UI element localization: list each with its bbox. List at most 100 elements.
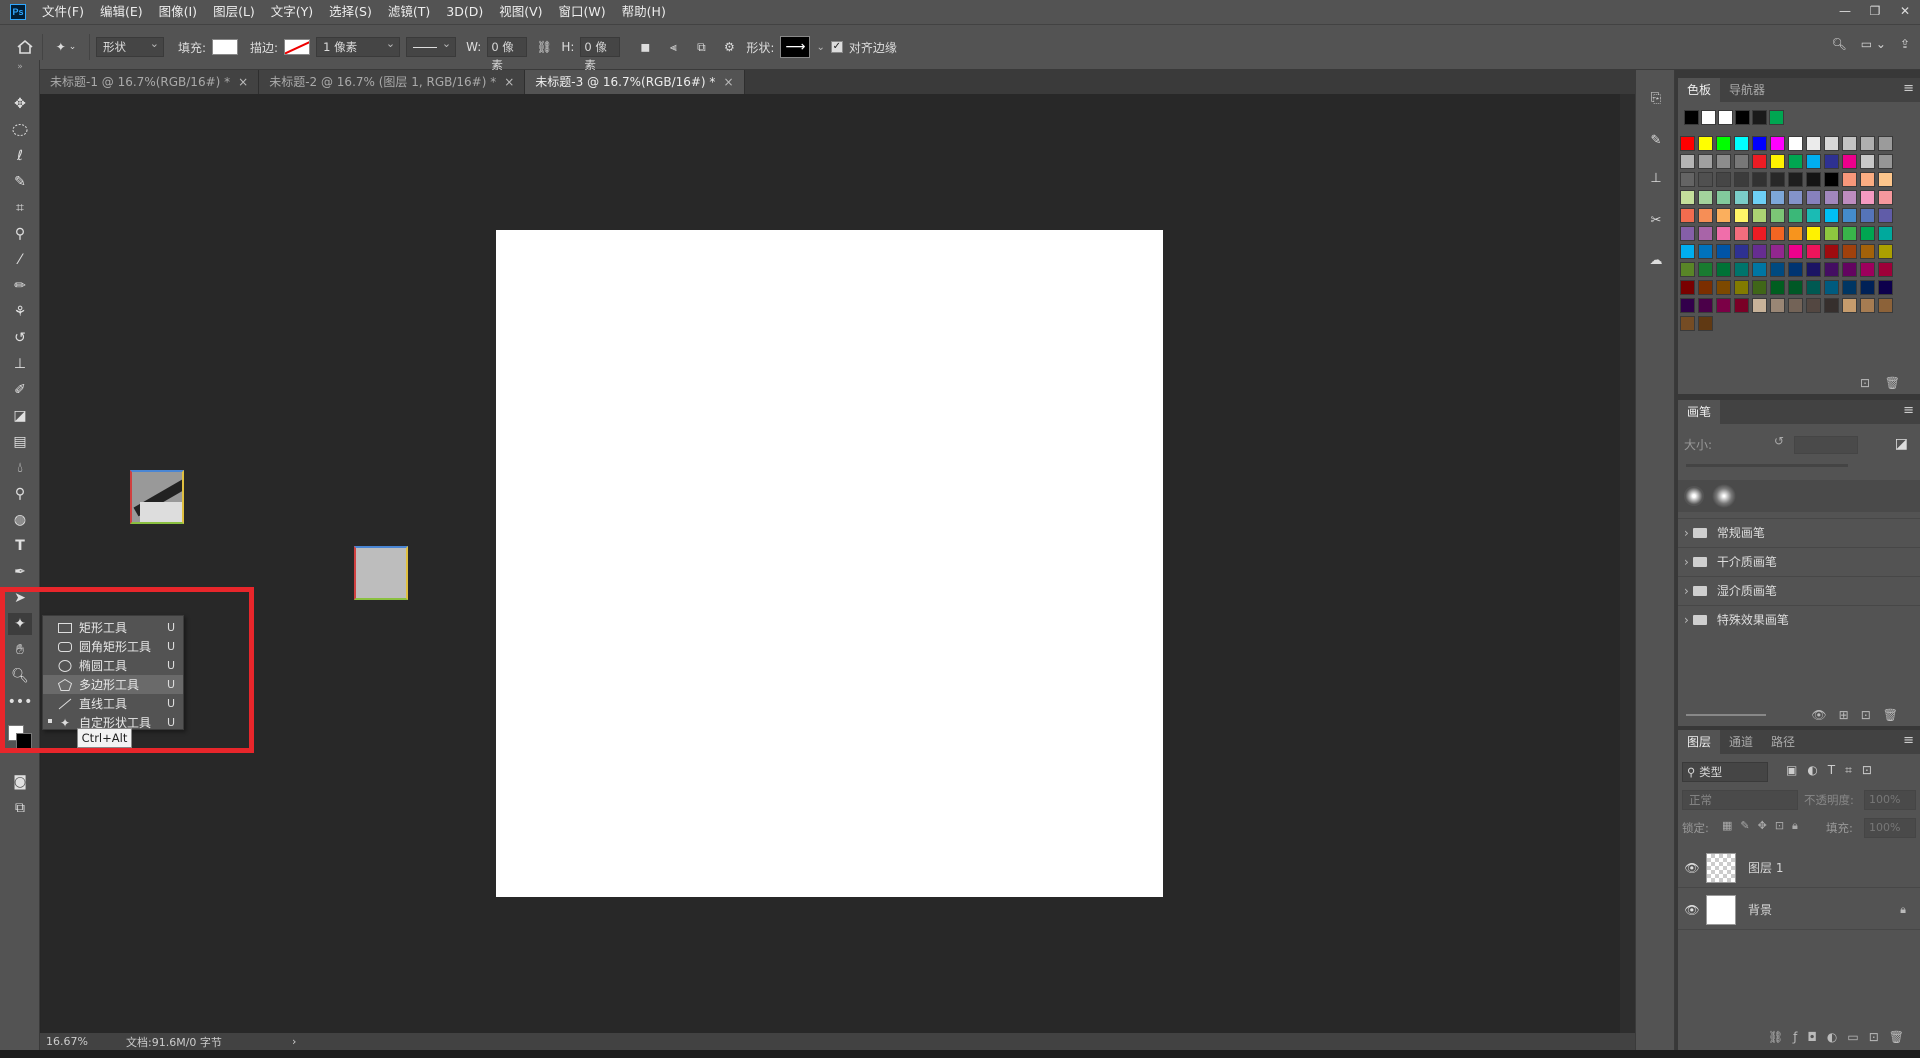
art-history-brush-icon[interactable]: ✐ xyxy=(8,379,32,401)
tab-document-3[interactable]: 未标题-3 @ 16.7%(RGB/16#) * × xyxy=(525,70,745,94)
brush-folder-special-effects[interactable]: › 特殊效果画笔 xyxy=(1678,605,1920,633)
stamp-tool-icon[interactable]: ⊥ xyxy=(8,353,32,375)
crop-tool-icon[interactable]: ⌗ xyxy=(8,197,32,219)
sponge-tool-icon[interactable]: ◍ xyxy=(8,509,32,531)
color-swatch[interactable] xyxy=(1806,244,1821,259)
color-swatch[interactable] xyxy=(1878,298,1893,313)
recent-swatch[interactable] xyxy=(1769,110,1784,125)
color-swatch[interactable] xyxy=(1878,262,1893,277)
color-swatch[interactable] xyxy=(1860,262,1875,277)
collapse-arrows-icon[interactable]: » xyxy=(8,62,32,72)
panel-menu-icon[interactable]: ≡ xyxy=(1903,81,1914,96)
color-swatch[interactable] xyxy=(1698,244,1713,259)
color-swatch[interactable] xyxy=(1716,280,1731,295)
color-swatch[interactable] xyxy=(1860,154,1875,169)
color-swatch[interactable] xyxy=(1824,298,1839,313)
menu-type[interactable]: 文字(Y) xyxy=(263,0,321,24)
brush-size-slider[interactable] xyxy=(1686,464,1848,467)
menu-view[interactable]: 视图(V) xyxy=(491,0,550,24)
color-swatch[interactable] xyxy=(1698,154,1713,169)
color-swatch[interactable] xyxy=(1842,154,1857,169)
color-swatch[interactable] xyxy=(1878,280,1893,295)
height-input[interactable]: 0 像素 xyxy=(580,37,621,72)
color-swatch[interactable] xyxy=(1824,280,1839,295)
new-brush-icon[interactable]: ◪ xyxy=(1895,436,1908,452)
color-swatch[interactable] xyxy=(1716,262,1731,277)
color-swatch[interactable] xyxy=(1734,208,1749,223)
opacity-input[interactable]: 100% xyxy=(1864,790,1916,810)
color-swatch[interactable] xyxy=(1698,190,1713,205)
color-swatch[interactable] xyxy=(1788,280,1803,295)
tab-document-1[interactable]: 未标题-1 @ 16.7%(RGB/16#) * × xyxy=(40,70,260,94)
brush-folder-wet-media[interactable]: › 湿介质画笔 xyxy=(1678,576,1920,604)
color-swatch[interactable] xyxy=(1878,154,1893,169)
color-swatch[interactable] xyxy=(1734,190,1749,205)
zoom-level[interactable]: 16.67% xyxy=(40,1035,100,1048)
chevron-down-icon[interactable]: ⌄ xyxy=(816,42,824,53)
color-swatch[interactable] xyxy=(1698,262,1713,277)
document-canvas[interactable] xyxy=(496,230,1163,897)
color-swatch[interactable] xyxy=(1878,190,1893,205)
fill-opacity-input[interactable]: 100% xyxy=(1864,818,1916,838)
gradient-tool-icon[interactable]: ▤ xyxy=(8,431,32,453)
menu-select[interactable]: 选择(S) xyxy=(321,0,380,24)
vertical-scrollbar[interactable] xyxy=(1620,94,1635,1033)
color-swatch[interactable] xyxy=(1752,208,1767,223)
color-swatch[interactable] xyxy=(1698,136,1713,151)
color-swatch[interactable] xyxy=(1770,226,1785,241)
color-swatch[interactable] xyxy=(1752,154,1767,169)
color-swatch[interactable] xyxy=(1770,280,1785,295)
menu-layer[interactable]: 图层(L) xyxy=(205,0,263,24)
color-swatch[interactable] xyxy=(1824,136,1839,151)
color-swatch[interactable] xyxy=(1860,190,1875,205)
quick-mask-icon[interactable]: ◙ xyxy=(8,771,32,793)
color-swatch[interactable] xyxy=(1734,244,1749,259)
color-swatch[interactable] xyxy=(1806,298,1821,313)
healing-brush-tool-icon[interactable]: ⁄ xyxy=(8,249,32,271)
color-swatch[interactable] xyxy=(1770,208,1785,223)
color-swatch[interactable] xyxy=(1860,136,1875,151)
color-swatch[interactable] xyxy=(1698,172,1713,187)
color-swatch[interactable] xyxy=(1716,154,1731,169)
color-swatch[interactable] xyxy=(1824,154,1839,169)
home-icon[interactable] xyxy=(14,36,36,58)
tab-document-2[interactable]: 未标题-2 @ 16.7% (图层 1, RGB/16#) * × xyxy=(259,70,526,94)
color-swatch[interactable] xyxy=(1734,136,1749,151)
color-swatch[interactable] xyxy=(1770,172,1785,187)
eraser-tool-icon[interactable]: ◪ xyxy=(8,405,32,427)
color-swatch[interactable] xyxy=(1698,316,1713,331)
move-tool-icon[interactable]: ✥ xyxy=(8,93,32,115)
eye-icon[interactable]: 👁︎ xyxy=(1678,903,1706,917)
minimize-icon[interactable]: — xyxy=(1830,0,1860,24)
color-swatch[interactable] xyxy=(1842,172,1857,187)
color-swatch[interactable] xyxy=(1716,244,1731,259)
color-swatch[interactable] xyxy=(1788,172,1803,187)
menu-help[interactable]: 帮助(H) xyxy=(614,0,674,24)
color-swatch[interactable] xyxy=(1680,172,1695,187)
tab-layers[interactable]: 图层 xyxy=(1678,730,1721,754)
layer-row-background[interactable]: 👁︎ 背景 🔒︎ xyxy=(1678,890,1920,930)
clone-source-icon[interactable]: ⊥ xyxy=(1646,168,1666,188)
menu-window[interactable]: 窗口(W) xyxy=(551,0,614,24)
tab-navigator[interactable]: 导航器 xyxy=(1720,78,1774,102)
color-swatch[interactable] xyxy=(1716,190,1731,205)
color-swatch[interactable] xyxy=(1788,262,1803,277)
color-swatch[interactable] xyxy=(1698,226,1713,241)
path-arrangement-icon[interactable]: ⧉ xyxy=(690,36,712,58)
color-swatch[interactable] xyxy=(1842,190,1857,205)
recent-swatch[interactable] xyxy=(1701,110,1716,125)
align-edges-checkbox[interactable]: ✓ xyxy=(830,41,843,53)
screen-mode-icon[interactable]: ⧉ xyxy=(8,797,32,819)
color-swatch[interactable] xyxy=(1680,316,1695,331)
eyedropper-tool-icon[interactable]: ⚲ xyxy=(8,223,32,245)
brush-folder-dry-media[interactable]: › 干介质画笔 xyxy=(1678,547,1920,575)
color-swatch[interactable] xyxy=(1806,154,1821,169)
color-swatch[interactable] xyxy=(1716,226,1731,241)
color-swatch[interactable] xyxy=(1878,208,1893,223)
color-swatch[interactable] xyxy=(1770,262,1785,277)
path-alignment-icon[interactable]: ⫷ xyxy=(662,36,684,58)
layer-filter-dropdown[interactable]: ⚲ 类型 xyxy=(1682,762,1768,782)
color-swatch[interactable] xyxy=(1680,280,1695,295)
color-swatch[interactable] xyxy=(1680,208,1695,223)
menu-image[interactable]: 图像(I) xyxy=(151,0,205,24)
